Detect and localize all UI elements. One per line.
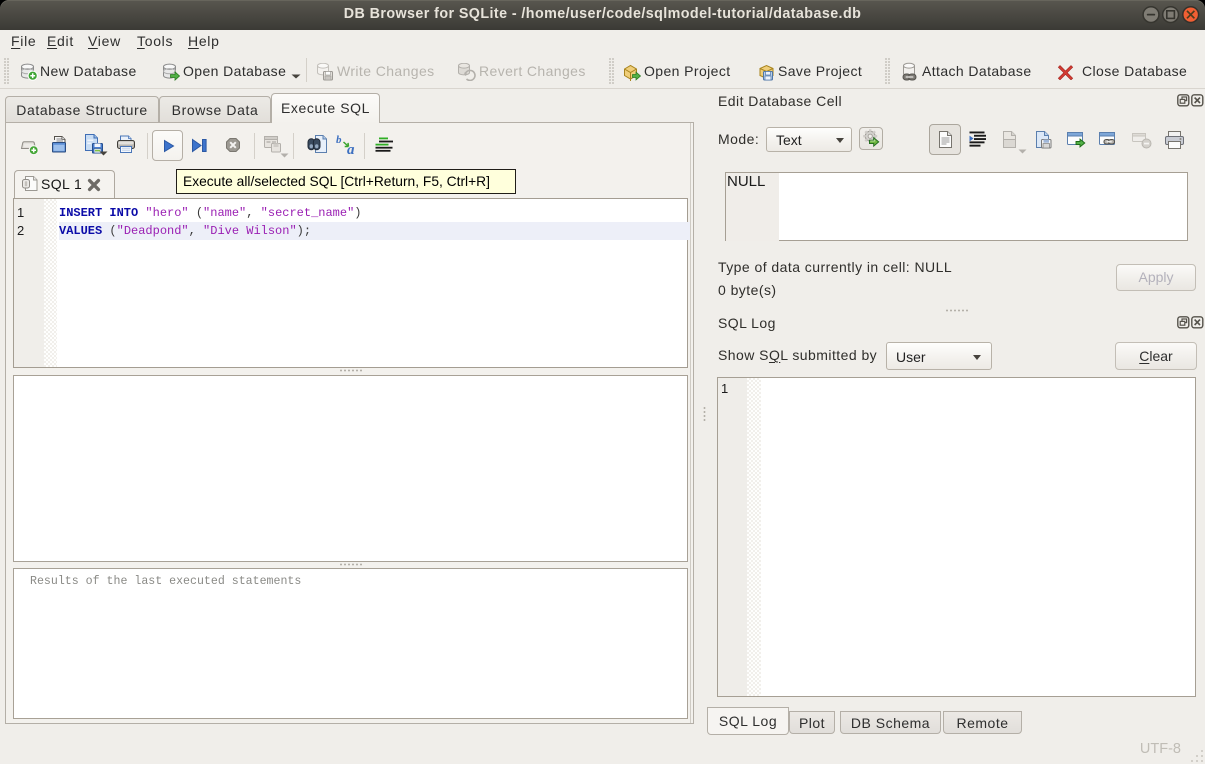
svg-text:a: a	[347, 142, 355, 156]
svg-text:b: b	[336, 134, 342, 146]
